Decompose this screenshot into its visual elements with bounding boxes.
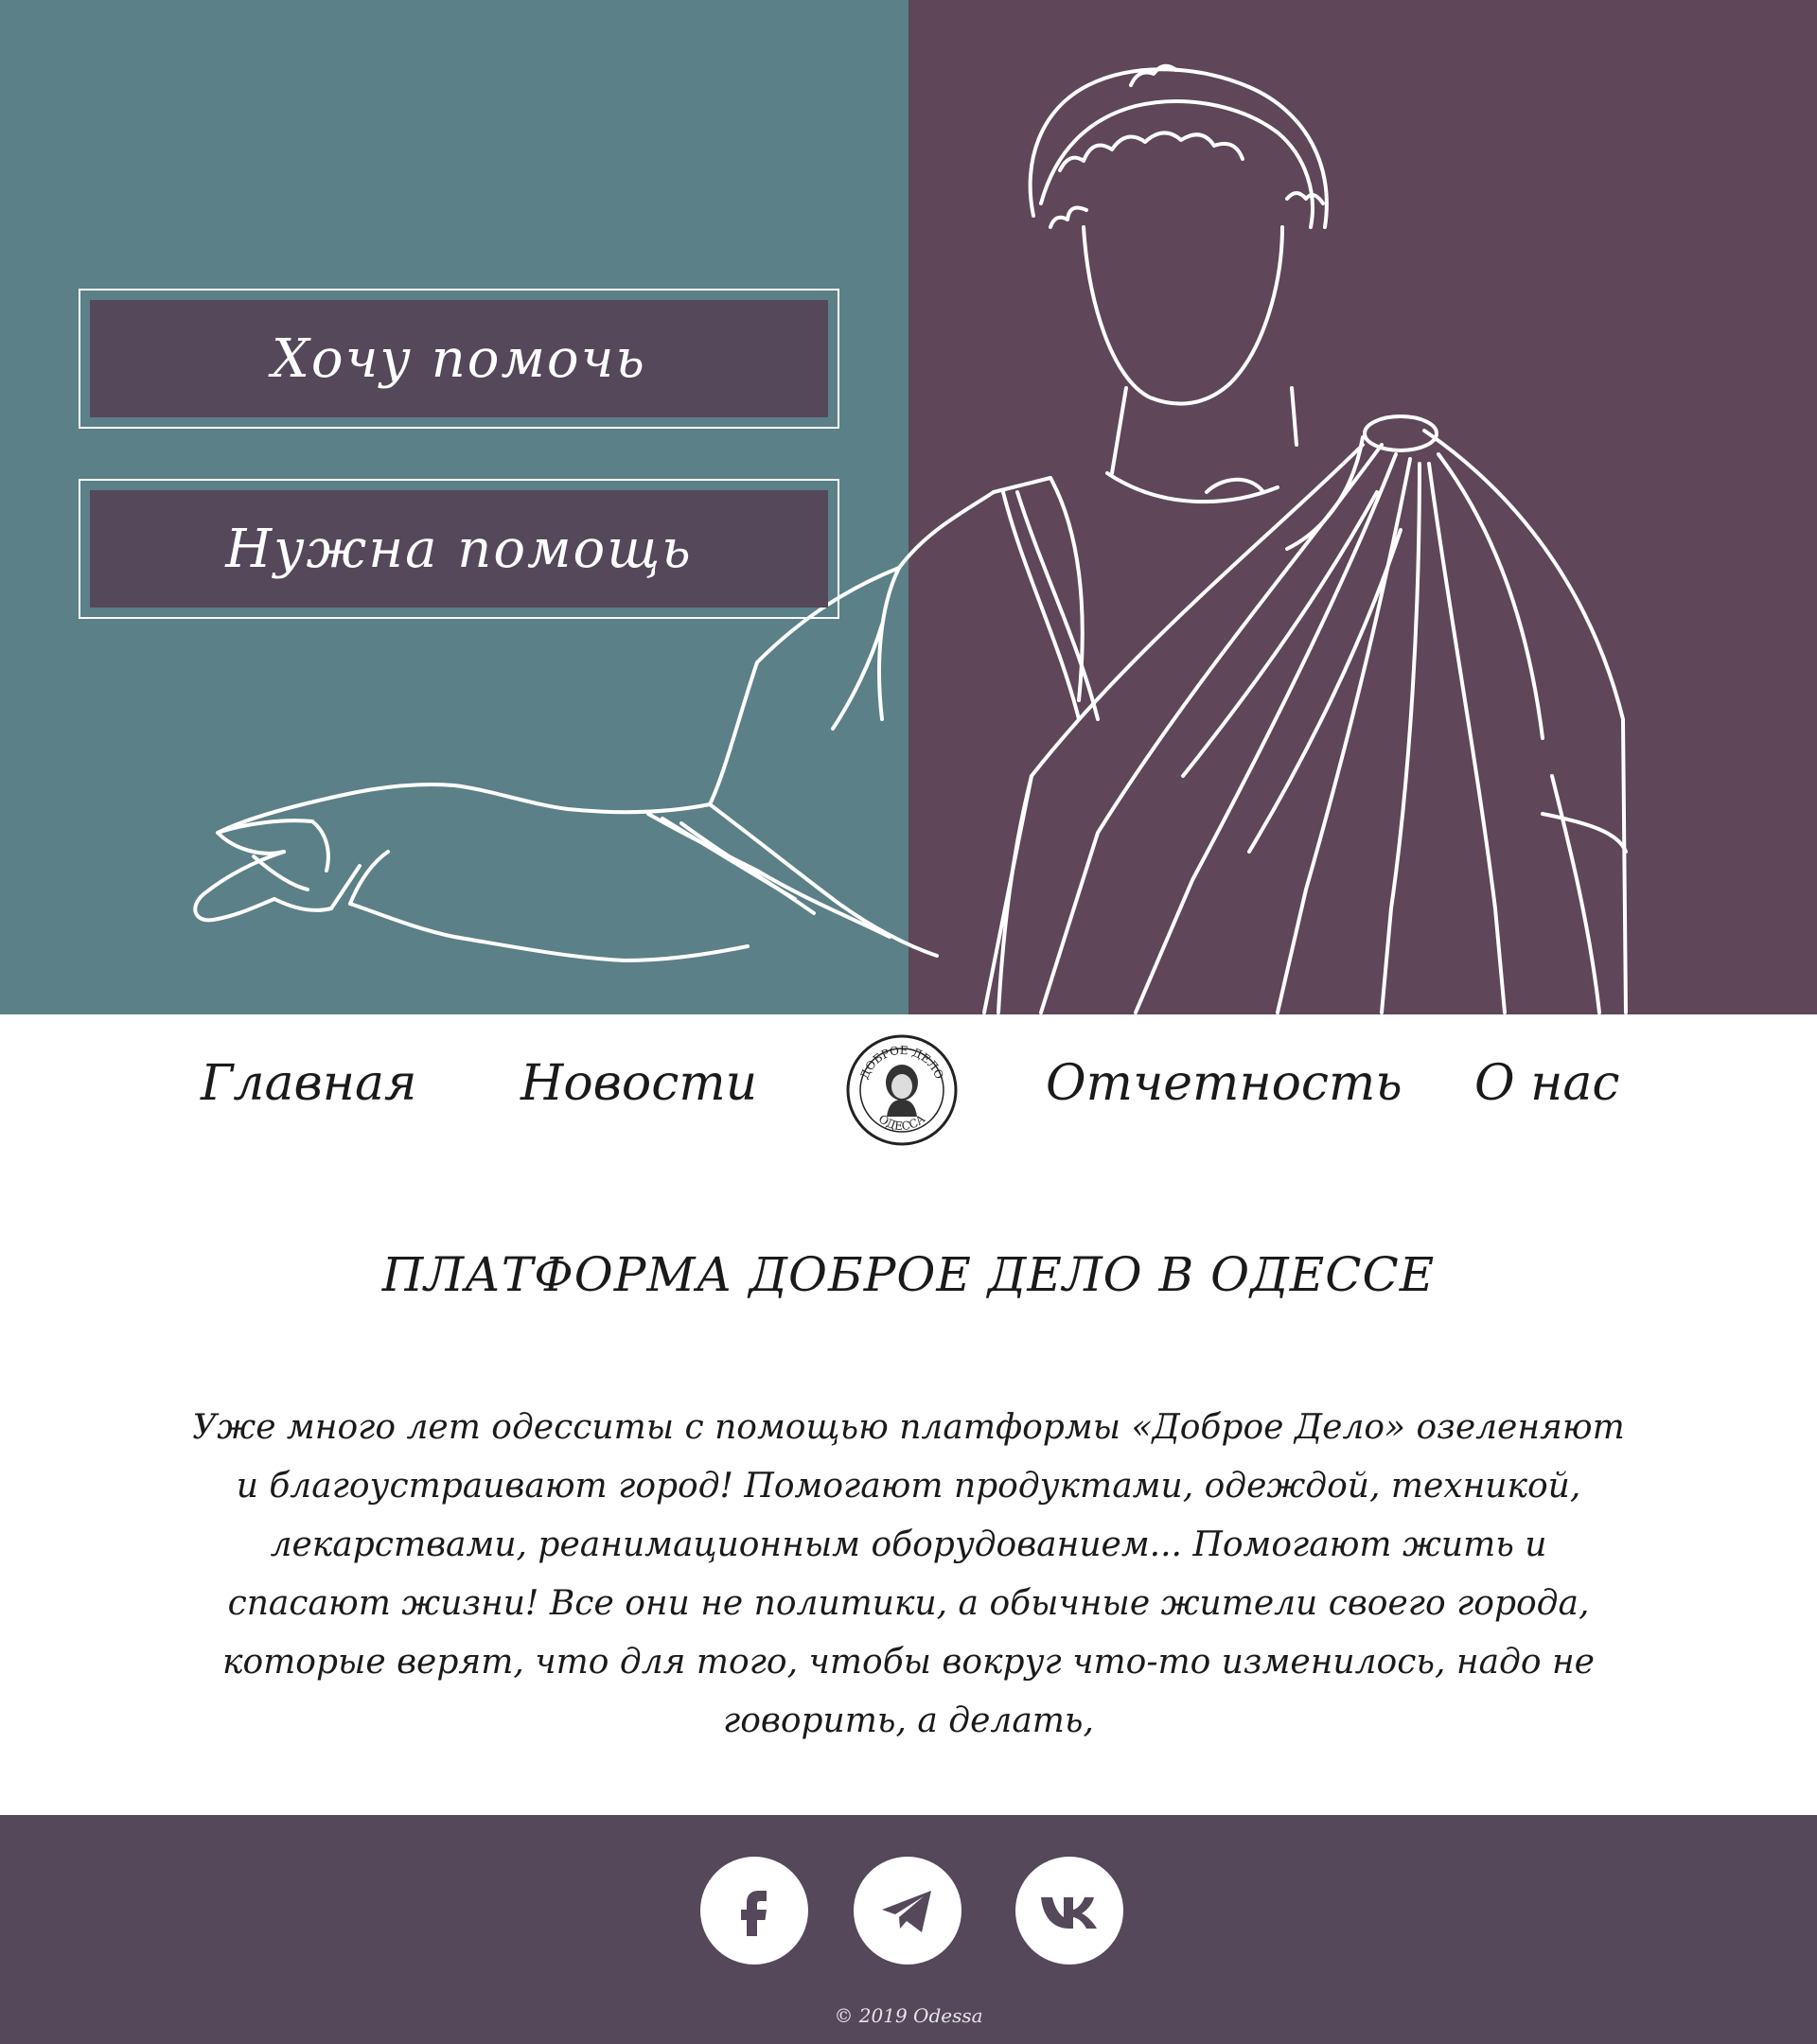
hero-section: Хочу помочь Нужна помощь <box>0 0 1817 1014</box>
want-to-help-button[interactable]: Хочу помочь <box>79 289 839 429</box>
facebook-link[interactable] <box>700 1857 808 1965</box>
vk-link[interactable] <box>1015 1857 1123 1965</box>
intro-paragraph: Уже много лет одесситы с помощью платфор… <box>192 1408 1625 1740</box>
telegram-link[interactable] <box>854 1857 961 1965</box>
nav-item-reports[interactable]: Отчетность <box>1046 1055 1402 1112</box>
page-title: ПЛАТФОРМА ДОБРОЕ ДЕЛО В ОДЕССЕ <box>381 1247 1436 1302</box>
need-help-button[interactable]: Нужна помощь <box>79 479 839 619</box>
telegram-icon <box>882 1891 931 1932</box>
nav-item-news[interactable]: Новости <box>520 1055 757 1112</box>
nav-item-home[interactable]: Главная <box>201 1055 417 1112</box>
vk-icon <box>1041 1897 1097 1929</box>
facebook-icon <box>741 1891 767 1936</box>
want-to-help-label: Хочу помочь <box>90 300 828 417</box>
dobroe-delo-logo[interactable]: ДОБРОЕ ДЕЛО ОДЕССА <box>845 1033 959 1147</box>
nav-item-about[interactable]: О нас <box>1474 1055 1620 1112</box>
copyright-text: © 2019 Odessa <box>834 2004 983 2027</box>
need-help-label: Нужна помощь <box>90 490 828 608</box>
